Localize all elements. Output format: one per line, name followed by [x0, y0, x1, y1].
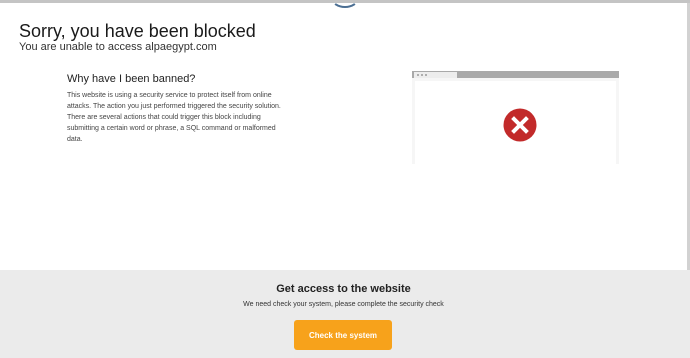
- browser-illustration: [412, 71, 619, 164]
- footer-title: Get access to the website: [276, 283, 411, 295]
- page-subtitle: You are unable to access alpaegypt.com: [19, 41, 217, 53]
- browser-tab: [414, 72, 457, 78]
- browser-viewport: [415, 81, 616, 164]
- tab-dot-icon: [421, 74, 423, 76]
- security-check-section: Get access to the website We need check …: [0, 270, 690, 358]
- loading-indicator-icon: [331, 0, 359, 8]
- explanation-body: This website is using a security service…: [67, 92, 281, 143]
- tab-dot-icon: [417, 74, 419, 76]
- page-title: Sorry, you have been blocked: [19, 21, 256, 41]
- footer-text: We need check your system, please comple…: [243, 301, 444, 308]
- explanation-title: Why have I been banned?: [67, 73, 196, 85]
- tab-dot-icon: [425, 74, 427, 76]
- blocked-page: Sorry, you have been blocked You are una…: [0, 0, 690, 358]
- error-x-icon: [503, 108, 537, 142]
- browser-toolbar: [412, 71, 619, 78]
- check-system-button[interactable]: Check the system: [294, 320, 392, 350]
